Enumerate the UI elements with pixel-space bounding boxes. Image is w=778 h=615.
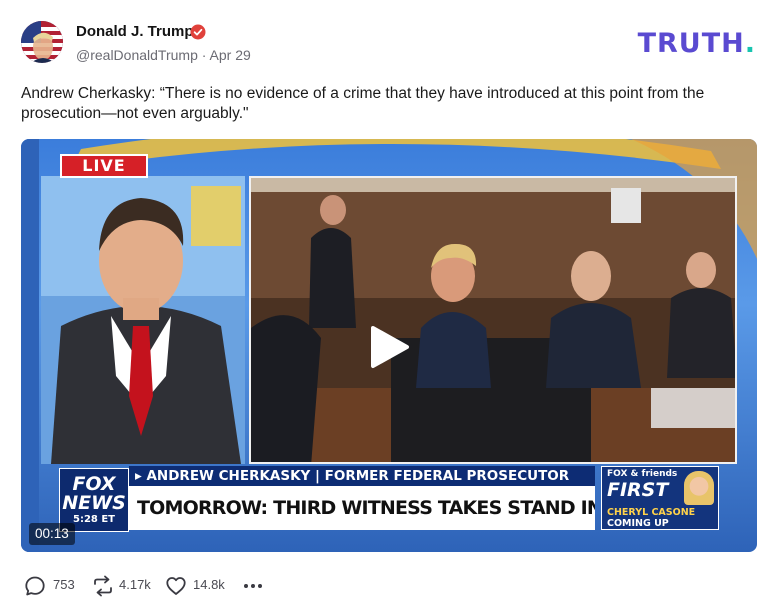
author-name[interactable]: Donald J. Trump <box>76 23 194 40</box>
promo-status: COMING UP <box>607 518 669 529</box>
retruth-button[interactable]: 4.17k <box>92 573 156 597</box>
reply-icon <box>25 576 45 596</box>
promo-tag: FOX & friends <box>607 469 678 479</box>
logo-dot: . <box>744 28 756 59</box>
post-text: Andrew Cherkasky: “There is no evidence … <box>21 85 705 122</box>
promo-show-name: FIRST <box>607 479 669 501</box>
logo-text: TRUTH <box>637 28 745 59</box>
video-timestamp: 00:13 <box>29 523 75 545</box>
verified-badge-icon <box>190 24 206 40</box>
live-badge: LIVE <box>60 154 148 178</box>
fox-logo-line2: NEWS <box>62 492 126 514</box>
video-player[interactable]: LIVE FOX NEWS 5:28 ET ▸ ANDREW CHERKASKY… <box>21 139 757 552</box>
like-button[interactable]: 14.8k <box>165 573 233 597</box>
truth-social-logo[interactable]: TRUTH. <box>638 28 756 59</box>
retruth-icon <box>94 575 112 597</box>
heart-icon <box>166 577 186 595</box>
reply-count: 753 <box>53 577 75 592</box>
meta-separator: · <box>197 47 210 63</box>
show-promo: FOX & friends FIRST CHERYL CASONE COMING… <box>601 466 719 530</box>
author-avatar[interactable] <box>21 21 63 63</box>
play-icon[interactable] <box>367 325 411 369</box>
reply-button[interactable]: 753 <box>24 573 84 597</box>
promo-host-name: CHERYL CASONE <box>607 507 696 518</box>
like-count: 14.8k <box>193 577 225 592</box>
retruth-count: 4.17k <box>119 577 151 592</box>
author-meta: @realDonaldTrump · Apr 29 <box>76 47 251 63</box>
host-thumbnail <box>684 471 714 505</box>
courtroom-feed <box>249 176 737 464</box>
more-options-button[interactable] <box>242 573 264 597</box>
news-headline: TOMORROW: THIRD WITNESS TAKES STAND IN N… <box>129 486 595 530</box>
post-date[interactable]: Apr 29 <box>210 47 251 63</box>
news-lower-third: FOX NEWS 5:28 ET ▸ ANDREW CHERKASKY | FO… <box>41 464 737 538</box>
guest-name-bar: ▸ ANDREW CHERKASKY | FORMER FEDERAL PROS… <box>129 466 595 486</box>
author-handle[interactable]: @realDonaldTrump <box>76 47 198 63</box>
ellipsis-icon <box>244 584 262 588</box>
truth-post: Donald J. Trump @realDonaldTrump · Apr 2… <box>0 0 778 615</box>
guest-camera-feed <box>41 176 245 464</box>
